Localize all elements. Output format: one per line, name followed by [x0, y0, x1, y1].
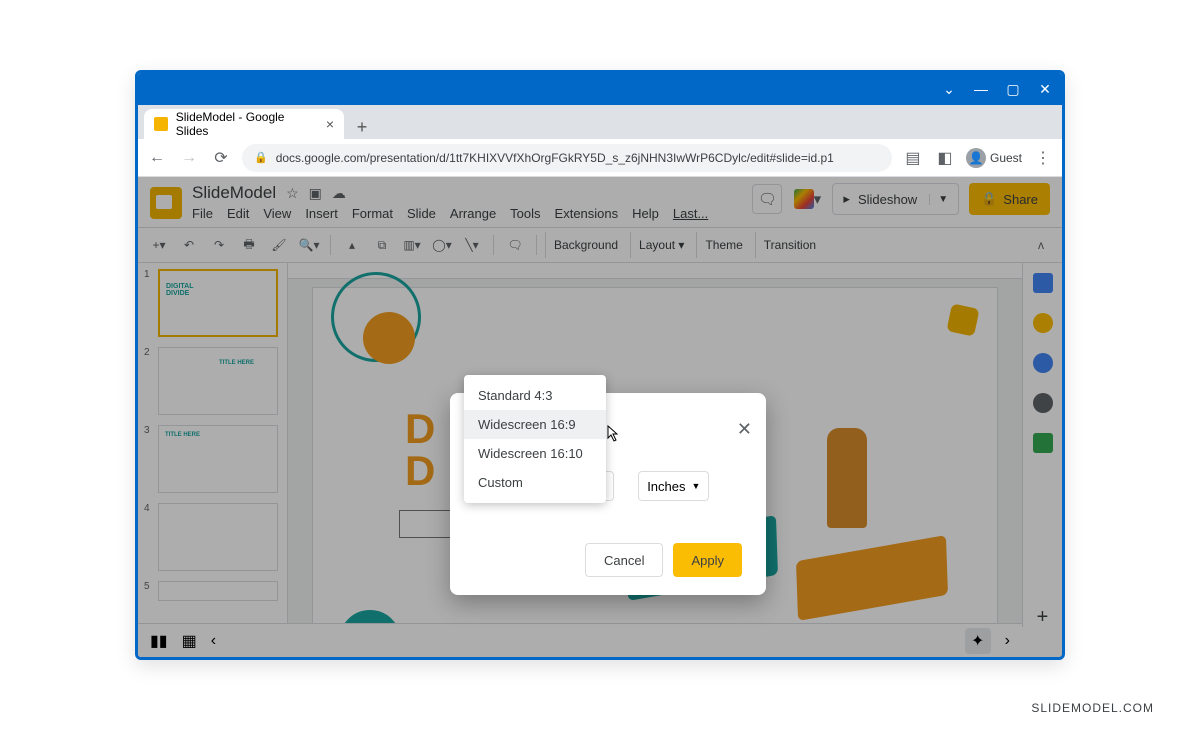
chevron-down-icon: ▼	[692, 481, 701, 491]
watermark: SLIDEMODEL.COM	[1031, 701, 1154, 715]
slides-favicon-icon	[154, 117, 168, 131]
tab-title: SlideModel - Google Slides	[176, 110, 318, 138]
browser-tab[interactable]: SlideModel - Google Slides ×	[144, 109, 344, 139]
avatar-icon: 👤	[966, 148, 986, 168]
unit-label: Inches	[647, 479, 685, 494]
new-tab-button[interactable]: +	[350, 115, 374, 139]
translate-icon[interactable]: ▤	[902, 147, 924, 169]
option-widescreen-169[interactable]: Widescreen 16:9	[464, 410, 606, 439]
window-titlebar: ⌄ — ▢ ✕	[138, 73, 1062, 105]
url-field[interactable]: 🔒 docs.google.com/presentation/d/1tt7KHI…	[242, 144, 892, 172]
option-custom[interactable]: Custom	[464, 468, 606, 497]
option-standard[interactable]: Standard 4:3	[464, 381, 606, 410]
option-widescreen-1610[interactable]: Widescreen 16:10	[464, 439, 606, 468]
minimize-icon[interactable]: —	[972, 80, 990, 98]
close-window-icon[interactable]: ✕	[1036, 80, 1054, 98]
back-button[interactable]: ←	[146, 147, 168, 169]
chevron-down-icon[interactable]: ⌄	[940, 80, 958, 98]
browser-window: ⌄ — ▢ ✕ SlideModel - Google Slides × + ←…	[135, 70, 1065, 660]
close-dialog-icon[interactable]: ✕	[737, 419, 752, 440]
close-tab-icon[interactable]: ×	[326, 116, 334, 132]
apply-button[interactable]: Apply	[673, 543, 742, 577]
url-text: docs.google.com/presentation/d/1tt7KHIXV…	[276, 151, 834, 165]
cursor-icon	[600, 424, 618, 451]
dimensions-dropdown: Standard 4:3 Widescreen 16:9 Widescreen …	[464, 375, 606, 503]
forward-button[interactable]: →	[178, 147, 200, 169]
slides-app: SlideModel ☆ ▣ ☁ File Edit View Insert F…	[138, 177, 1062, 657]
install-icon[interactable]: ◧	[934, 147, 956, 169]
address-bar: ← → ⟳ 🔒 docs.google.com/presentation/d/1…	[138, 139, 1062, 177]
reload-button[interactable]: ⟳	[210, 147, 232, 169]
guest-label: Guest	[990, 151, 1022, 165]
cancel-button[interactable]: Cancel	[585, 543, 663, 577]
tab-strip: SlideModel - Google Slides × +	[138, 105, 1062, 139]
menu-icon[interactable]: ⋮	[1032, 147, 1054, 169]
profile-badge[interactable]: 👤 Guest	[966, 148, 1022, 168]
unit-select[interactable]: Inches ▼	[638, 471, 709, 501]
maximize-icon[interactable]: ▢	[1004, 80, 1022, 98]
lock-icon: 🔒	[254, 151, 268, 164]
